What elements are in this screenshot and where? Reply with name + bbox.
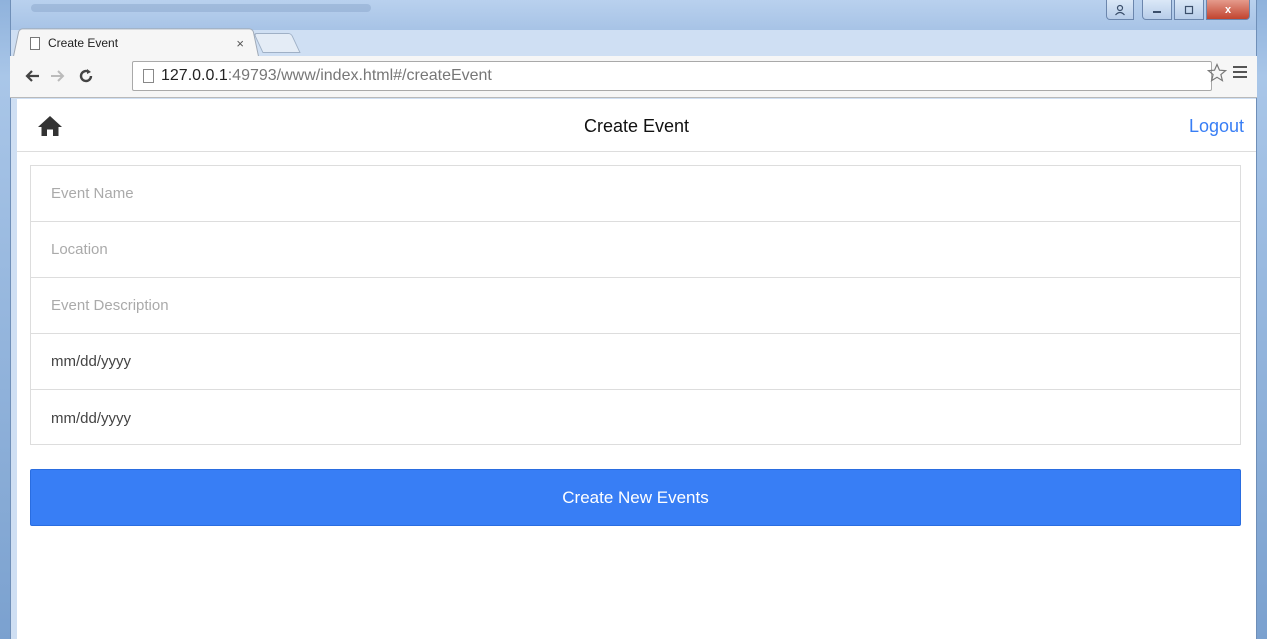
page-icon — [30, 36, 40, 50]
create-new-events-button[interactable]: Create New Events — [30, 469, 1241, 526]
list-item: mm/dd/yyyy — [31, 334, 1240, 390]
minimize-button[interactable] — [1142, 0, 1172, 20]
reload-icon[interactable] — [74, 64, 98, 88]
browser-toolbar: 127.0.0.1:49793/www/index.html#/createEv… — [10, 56, 1257, 98]
event-name-input[interactable] — [51, 166, 1240, 221]
window-titlebar: x — [11, 0, 1256, 30]
url-path: :49793/www/index.html#/createEvent — [227, 67, 492, 84]
start-date-input[interactable]: mm/dd/yyyy — [51, 353, 131, 370]
list-item — [31, 278, 1240, 334]
event-description-input[interactable] — [51, 278, 1240, 333]
list-item: mm/dd/yyyy — [31, 390, 1240, 446]
list-item — [31, 222, 1240, 278]
star-icon[interactable] — [1206, 63, 1228, 89]
browser-tab-content[interactable]: Create Event × — [24, 31, 250, 55]
location-input[interactable] — [51, 222, 1240, 277]
app-header: Create Event Logout — [17, 99, 1256, 152]
blurred-bookmarks — [31, 4, 371, 12]
tab-close-icon[interactable]: × — [236, 36, 244, 51]
app-page: Create Event Logout mm/dd/yyyy mm/dd/yyy… — [17, 99, 1256, 639]
user-profile-icon[interactable] — [1106, 0, 1134, 20]
list-item — [31, 166, 1240, 222]
page-icon — [143, 69, 154, 83]
window-controls: x — [1106, 0, 1250, 22]
back-arrow-icon[interactable] — [20, 64, 44, 88]
address-bar[interactable]: 127.0.0.1:49793/www/index.html#/createEv… — [132, 61, 1212, 91]
forward-arrow-icon[interactable] — [46, 64, 70, 88]
page-title: Create Event — [583, 116, 690, 136]
logout-button[interactable]: Logout — [1189, 116, 1244, 137]
window-close-button[interactable]: x — [1206, 0, 1250, 20]
event-form: mm/dd/yyyy mm/dd/yyyy — [30, 165, 1241, 445]
url-host: 127.0.0.1 — [161, 67, 228, 84]
end-date-input[interactable]: mm/dd/yyyy — [51, 410, 131, 427]
menu-icon[interactable] — [1233, 66, 1247, 81]
tab-title: Create Event — [48, 36, 119, 50]
maximize-button[interactable] — [1174, 0, 1204, 20]
